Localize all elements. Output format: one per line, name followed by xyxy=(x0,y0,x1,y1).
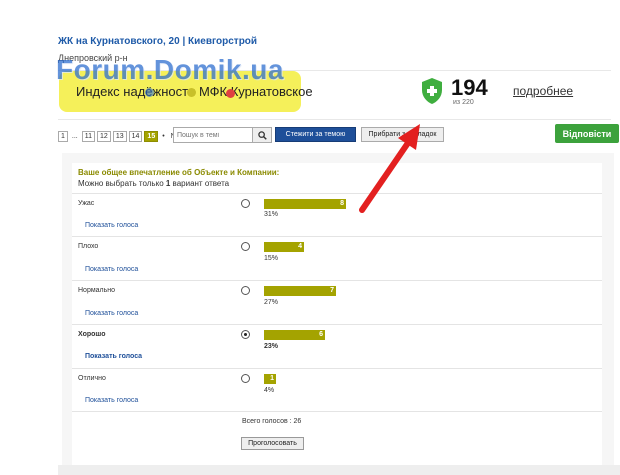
poll-result-percent: 15% xyxy=(264,255,279,262)
row-divider xyxy=(72,324,602,325)
dot-blue xyxy=(145,88,154,97)
poll-option-radio-selected[interactable] xyxy=(241,330,250,339)
dot-yellow xyxy=(187,88,196,97)
poll-hint-suffix: вариант ответа xyxy=(170,179,230,188)
poll-result-percent: 31% xyxy=(264,211,279,218)
page-link[interactable]: 12 xyxy=(97,131,111,142)
watermark: Forum.Domik.ua xyxy=(56,54,284,85)
annotation-arrow-icon xyxy=(359,124,420,213)
row-divider xyxy=(72,411,602,412)
poll-option-label: Нормально xyxy=(78,287,116,294)
page-link[interactable]: 14 xyxy=(128,131,143,142)
row-divider xyxy=(72,236,602,237)
show-votes-link[interactable]: Показать голоса xyxy=(85,266,138,273)
poll-option-radio[interactable] xyxy=(241,199,250,208)
poll-result-bar: 8 xyxy=(264,199,346,209)
show-votes-link[interactable]: Показать голоса xyxy=(85,222,138,229)
search-input[interactable] xyxy=(173,127,255,143)
reliability-score-max: из 220 xyxy=(453,99,474,106)
poll-option-radio[interactable] xyxy=(241,286,250,295)
page-title[interactable]: ЖК на Курнатовского, 20 | Киевгорстрой xyxy=(58,36,257,47)
show-votes-link[interactable]: Показать голоса xyxy=(85,353,142,360)
search-button[interactable] xyxy=(252,127,272,143)
shield-icon xyxy=(422,78,442,104)
poll-option-label: Хорошо xyxy=(78,331,106,338)
page-current: 15 xyxy=(144,131,159,142)
poll-result-bar: 6 xyxy=(264,330,325,340)
row-divider xyxy=(72,368,602,369)
page-link[interactable]: 1 xyxy=(58,131,68,142)
show-votes-link[interactable]: Показать голоса xyxy=(85,310,138,317)
vote-button[interactable]: Проголосовать xyxy=(241,437,304,450)
search-icon xyxy=(257,130,267,140)
poll-result-percent: 27% xyxy=(264,299,279,306)
poll-option-label: Плохо xyxy=(78,243,99,250)
poll-hint: Можно выбрать только 1 вариант ответа xyxy=(78,179,229,188)
pagination: 1 ... 11 12 13 14 15 • NI xyxy=(58,131,180,142)
poll-result-percent: 4% xyxy=(264,387,275,394)
row-divider xyxy=(72,280,602,281)
page-separator: • xyxy=(162,133,165,140)
details-link[interactable]: подробнее xyxy=(513,84,573,98)
page-ellipsis: ... xyxy=(71,133,78,140)
poll-result-percent: 23% xyxy=(264,343,279,350)
bottom-strip xyxy=(58,465,620,475)
show-votes-link[interactable]: Показать голоса xyxy=(85,397,138,404)
dot-red xyxy=(226,89,235,98)
poll-option-label: Отлично xyxy=(78,375,106,382)
reply-button[interactable]: Відповісти xyxy=(555,124,619,143)
page-link[interactable]: 13 xyxy=(112,131,127,142)
reliability-score: 194 xyxy=(451,75,488,100)
poll-result-bar: 7 xyxy=(264,286,336,296)
poll-hint-prefix: Можно выбрать только xyxy=(78,179,166,188)
poll-total-votes: Всего голосов : 26 xyxy=(242,418,302,425)
poll-option-radio[interactable] xyxy=(241,374,250,383)
poll-option-radio[interactable] xyxy=(241,242,250,251)
row-divider xyxy=(72,193,602,194)
follow-topic-button[interactable]: Стежити за темою xyxy=(275,127,356,142)
page-link[interactable]: 11 xyxy=(81,131,96,142)
poll-result-bar: 1 xyxy=(264,374,276,384)
poll-question: Ваше общее впечатление об Объекте и Комп… xyxy=(78,168,280,177)
poll-result-bar: 4 xyxy=(264,242,304,252)
poll-body xyxy=(72,163,602,475)
poll-option-label: Ужас xyxy=(78,200,95,207)
